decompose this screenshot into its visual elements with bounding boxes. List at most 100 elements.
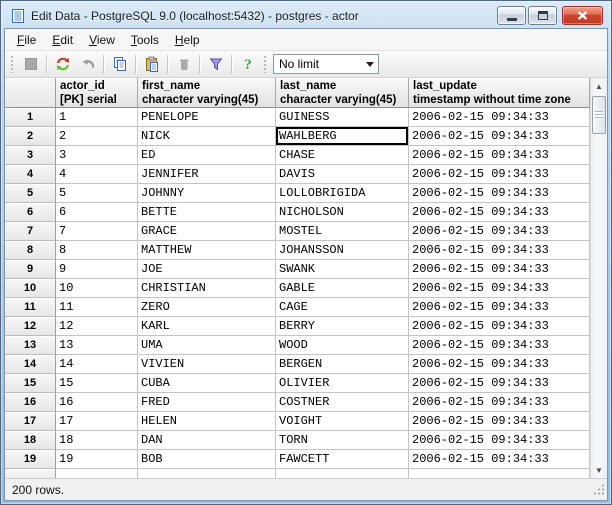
cell-last-update[interactable]: 2006-02-15 09:34:33 [409,298,590,317]
column-header-actor-id[interactable]: actor_id [PK] serial [56,78,138,108]
cell-actor-id[interactable]: 9 [56,260,138,279]
cell-last-update[interactable]: 2006-02-15 09:34:33 [409,431,590,450]
cell-last-update[interactable]: 2006-02-15 09:34:33 [409,108,590,127]
row-number-cell[interactable]: 3 [5,146,56,165]
row-number-cell[interactable]: 18 [5,431,56,450]
cell-first-name[interactable]: HELEN [138,412,276,431]
minimize-button[interactable] [497,6,526,25]
cell-actor-id[interactable]: 4 [56,165,138,184]
cell-first-name[interactable]: BETTE [138,203,276,222]
cell-first-name[interactable]: JOE [138,260,276,279]
cell-last-name[interactable]: COSTNER [276,393,409,412]
scroll-up-button[interactable]: ▲ [591,78,607,94]
cell-last-update[interactable]: 2006-02-15 09:34:33 [409,279,590,298]
row-number-cell[interactable]: 1 [5,108,56,127]
cell-actor-id[interactable]: 16 [56,393,138,412]
row-number-cell[interactable]: 19 [5,450,56,469]
cell-last-name[interactable]: LOLLOBRIGIDA [276,184,409,203]
cell-first-name[interactable]: JENNIFER [138,165,276,184]
cell-last-name[interactable]: JOHANSSON [276,241,409,260]
cell-first-name[interactable]: GRACE [138,222,276,241]
cell-last-update[interactable]: 2006-02-15 09:34:33 [409,260,590,279]
cell-last-name[interactable]: BERGEN [276,355,409,374]
row-number-cell[interactable]: 5 [5,184,56,203]
cell-first-name[interactable]: DAN [138,431,276,450]
cell-first-name[interactable]: JOHNNY [138,184,276,203]
row-number-cell[interactable]: 7 [5,222,56,241]
cell-last-update[interactable]: 2006-02-15 09:34:33 [409,146,590,165]
paste-button[interactable] [139,53,164,76]
toolbar-gripper[interactable] [10,56,15,73]
cell-first-name[interactable]: NICK [138,127,276,146]
cell-actor-id[interactable]: 15 [56,374,138,393]
cell-first-name[interactable]: BOB [138,450,276,469]
cell-last-name[interactable]: BERRY [276,317,409,336]
close-button[interactable] [562,6,603,25]
menu-help[interactable]: Help [167,30,208,50]
column-header-first-name[interactable]: first_name character varying(45) [138,78,276,108]
cell-actor-id[interactable]: 10 [56,279,138,298]
save-button[interactable] [18,53,43,76]
scrollbar-thumb[interactable] [592,96,606,134]
toolbar-gripper[interactable] [263,56,268,73]
column-header-last-update[interactable]: last_update timestamp without time zone [409,78,590,108]
row-number-cell[interactable]: 15 [5,374,56,393]
cell-last-name[interactable]: MOSTEL [276,222,409,241]
undo-button[interactable] [75,53,100,76]
cell-first-name[interactable]: MATTHEW [138,241,276,260]
scroll-down-button[interactable]: ▼ [591,462,607,478]
cell-last-name[interactable]: OLIVIER [276,374,409,393]
titlebar[interactable]: Edit Data - PostgreSQL 9.0 (localhost:54… [4,1,608,28]
cell-actor-id[interactable]: 19 [56,450,138,469]
delete-button[interactable] [171,53,196,76]
cell-actor-id[interactable]: 8 [56,241,138,260]
cell-last-name[interactable]: CHASE [276,146,409,165]
cell-actor-id[interactable]: 12 [56,317,138,336]
menu-file[interactable]: File [9,30,44,50]
cell-last-name[interactable]: WAHLBERG [276,127,409,146]
row-limit-combobox[interactable]: No limit [273,54,379,74]
row-number-cell[interactable]: 17 [5,412,56,431]
maximize-button[interactable] [528,6,557,25]
copy-button[interactable] [107,53,132,76]
cell-last-name[interactable]: SWANK [276,260,409,279]
cell-last-update[interactable]: 2006-02-15 09:34:33 [409,222,590,241]
row-number-cell[interactable]: 12 [5,317,56,336]
cell-first-name[interactable]: UMA [138,336,276,355]
cell-actor-id[interactable]: 6 [56,203,138,222]
cell-actor-id[interactable]: 14 [56,355,138,374]
row-number-cell[interactable]: 4 [5,165,56,184]
cell-last-update[interactable]: 2006-02-15 09:34:33 [409,450,590,469]
cell-last-update[interactable]: 2006-02-15 09:34:33 [409,165,590,184]
cell-last-update[interactable]: 2006-02-15 09:34:33 [409,393,590,412]
column-header-last-name[interactable]: last_name character varying(45) [276,78,409,108]
cell-last-name[interactable]: DAVIS [276,165,409,184]
row-number-cell[interactable]: 10 [5,279,56,298]
cell-last-name[interactable]: VOIGHT [276,412,409,431]
cell-last-update[interactable]: 2006-02-15 09:34:33 [409,127,590,146]
row-number-cell[interactable]: 14 [5,355,56,374]
cell-last-update[interactable]: 2006-02-15 09:34:33 [409,374,590,393]
cell-first-name[interactable]: CUBA [138,374,276,393]
cell-first-name[interactable]: ZERO [138,298,276,317]
cell-last-update[interactable]: 2006-02-15 09:34:33 [409,355,590,374]
help-button[interactable]: ? [235,53,260,76]
refresh-button[interactable] [50,53,75,76]
cell-actor-id[interactable]: 3 [56,146,138,165]
row-number-cell[interactable]: 6 [5,203,56,222]
cell-actor-id[interactable]: 11 [56,298,138,317]
cell-last-update[interactable]: 2006-02-15 09:34:33 [409,412,590,431]
cell-last-name[interactable]: GUINESS [276,108,409,127]
cell-last-name[interactable]: GABLE [276,279,409,298]
cell-last-update[interactable]: 2006-02-15 09:34:33 [409,317,590,336]
cell-last-update[interactable]: 2006-02-15 09:34:33 [409,203,590,222]
row-number-cell[interactable]: 16 [5,393,56,412]
cell-first-name[interactable]: ED [138,146,276,165]
row-number-cell[interactable]: 11 [5,298,56,317]
cell-actor-id[interactable]: 5 [56,184,138,203]
cell-actor-id[interactable]: 1 [56,108,138,127]
cell-actor-id[interactable]: 7 [56,222,138,241]
cell-last-name[interactable]: WOOD [276,336,409,355]
row-number-cell[interactable]: 13 [5,336,56,355]
cell-first-name[interactable]: KARL [138,317,276,336]
